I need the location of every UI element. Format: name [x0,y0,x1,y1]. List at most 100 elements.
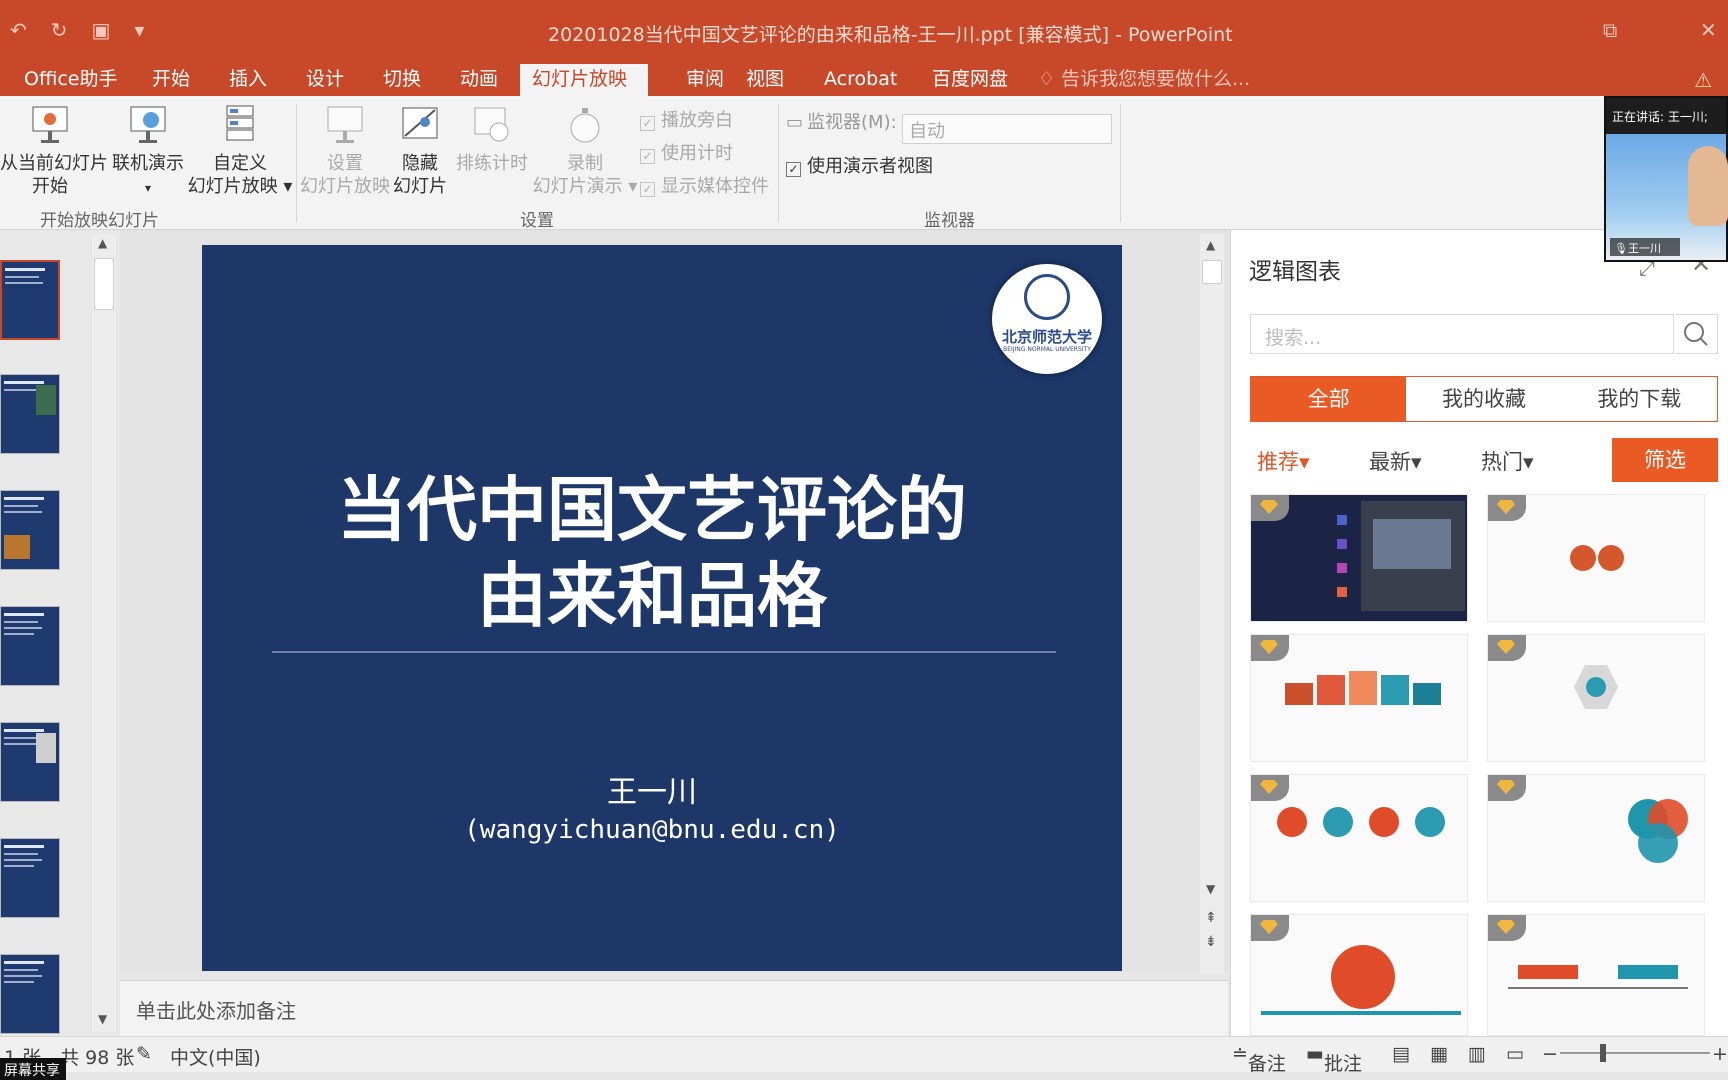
filter-button[interactable]: 筛选 [1612,438,1718,482]
setup-slideshow-icon [327,106,363,143]
online-label: 联机演示 [112,153,184,174]
pane-search-input[interactable]: 搜索... [1250,314,1674,354]
tab-my-favorites[interactable]: 我的收藏 [1406,377,1561,421]
start-slideshow-icon[interactable]: ▣ [92,18,111,42]
custom-slideshow-button[interactable]: 自定义 幻灯片放映 ▾ [185,104,295,198]
current-slide[interactable]: 北京师范大学 BEIJING NORMAL UNIVERSITY 当代中国文艺评… [202,245,1122,971]
tab-acrobat[interactable]: Acrobat [812,64,909,96]
undo-icon[interactable]: ↶ [10,18,27,42]
scrollbar-thumb[interactable] [94,258,114,310]
presenter-view-checkbox[interactable]: ✓ 使用演示者视图 [786,152,933,178]
slide-author[interactable]: 王一川 [202,767,1102,811]
warning-icon[interactable]: ⚠ [1694,68,1712,92]
zoom-in-icon[interactable]: + [1712,1043,1728,1065]
group-label-setup: 设置 [520,211,554,231]
checkbox-box: ✓ [640,182,655,197]
template-card[interactable] [1487,774,1705,902]
online-present-button[interactable]: 联机演示 ▾ [108,104,188,200]
slide-thumbnail[interactable] [0,490,60,570]
search-button[interactable] [1676,314,1718,354]
record-label-2: 幻灯片演示 ▾ [532,176,638,197]
comments-toggle[interactable]: ▬ 批注 [1306,1043,1362,1075]
tab-my-downloads[interactable]: 我的下载 [1562,377,1717,421]
language-indicator[interactable]: 中文(中国) [170,1043,261,1070]
notes-toggle[interactable]: ≐ 备注 [1232,1043,1286,1075]
from-current-label-2: 开始 [32,176,68,197]
template-card[interactable] [1250,914,1468,1036]
tab-transitions[interactable]: 切换 [371,64,433,96]
slide-thumbnail[interactable] [0,260,60,340]
notes-pane[interactable]: 单击此处添加备注 [120,980,1228,1036]
monitor-select[interactable]: 自动 [902,114,1112,144]
monitor-icon: ▭ [786,112,804,133]
tab-office-assistant[interactable]: Office助手 [12,64,129,96]
slide-title[interactable]: 当代中国文艺评论的 由来和品格 [202,467,1102,639]
template-card[interactable] [1250,774,1468,902]
tab-all[interactable]: 全部 [1251,377,1407,421]
filter-recommended[interactable]: 推荐▾ [1257,446,1310,476]
globe-screen-icon [130,106,166,143]
slide-thumbnail[interactable] [0,374,60,454]
scroll-up-arrow-icon[interactable]: ▲ [1206,238,1215,252]
slide-thumbnail[interactable] [0,722,60,802]
slide-thumbnail-pane: ▲ ▼ [0,230,120,1036]
use-timings-checkbox[interactable]: ✓ 使用计时 [640,139,733,165]
slide-sorter-icon[interactable]: ▦ [1430,1043,1448,1065]
tab-insert[interactable]: 插入 [217,64,279,96]
zoom-out-icon[interactable]: − [1542,1043,1558,1065]
video-call-overlay[interactable]: 正在讲话: 王一川; 🎙王一川 [1604,96,1728,262]
spellcheck-icon[interactable]: ✎ [136,1043,152,1065]
customize-qat-icon[interactable]: ▾ [134,18,144,42]
slide-thumbnail[interactable] [0,954,60,1034]
zoom-slider-thumb[interactable] [1600,1044,1606,1062]
play-narration-checkbox[interactable]: ✓ 播放旁白 [640,106,733,132]
scrollbar-thumb[interactable] [1202,260,1222,284]
close-window-button[interactable]: ✕ [1700,18,1717,42]
show-media-controls-checkbox[interactable]: ✓ 显示媒体控件 [640,172,769,198]
slide-email[interactable]: (wangyichuan@bnu.edu.cn) [202,815,1102,845]
logo-subtext: BEIJING NORMAL UNIVERSITY [1003,346,1091,353]
hide-slide-button[interactable]: 隐藏 幻灯片 [390,104,450,198]
projector-screen-icon [32,106,68,143]
online-dropdown-arrow: ▾ [144,181,152,195]
slide-thumbnail[interactable] [0,838,60,918]
reading-view-icon[interactable]: ▥ [1468,1043,1486,1065]
normal-view-icon[interactable]: ▤ [1392,1043,1410,1065]
previous-slide-icon[interactable]: ⇞ [1205,910,1217,926]
scroll-up-arrow-icon[interactable]: ▲ [98,236,107,250]
search-icon [1684,322,1708,346]
custom-label: 自定义 [213,153,267,174]
scroll-down-arrow-icon[interactable]: ▼ [1206,882,1215,896]
template-card[interactable] [1487,494,1705,622]
tab-view[interactable]: 视图 [734,64,796,96]
slide-title-line-2: 由来和品格 [477,554,827,637]
record-slideshow-button[interactable]: 录制 幻灯片演示 ▾ [530,104,640,198]
redo-icon[interactable]: ↻ [51,18,68,42]
template-card[interactable] [1250,634,1468,762]
tab-design[interactable]: 设计 [294,64,356,96]
filter-newest[interactable]: 最新▾ [1369,446,1422,476]
tab-home[interactable]: 开始 [140,64,202,96]
slide-scrollbar[interactable]: ▲ ▼ ⇞ ⇟ [1200,234,1224,974]
template-card[interactable] [1250,494,1468,622]
tab-animations[interactable]: 动画 [448,64,510,96]
template-card[interactable] [1487,914,1705,1036]
next-slide-icon[interactable]: ⇟ [1205,934,1217,950]
logic-chart-pane: 逻辑图表 ⤢ ✕ 搜索... 全部 我的收藏 我的下载 推荐▾ 最新▾ 热门▾ … [1230,230,1728,1036]
template-card[interactable] [1487,634,1705,762]
zoom-slider[interactable] [1560,1044,1710,1062]
thumbnail-scrollbar[interactable]: ▲ ▼ [92,234,116,1032]
tab-slide-show[interactable]: 幻灯片放映 [520,64,648,96]
restore-button[interactable]: ⧉ [1603,18,1617,42]
setup-slideshow-button[interactable]: 设置 幻灯片放映 [298,104,392,198]
tab-baidu-netdisk[interactable]: 百度网盘 [920,64,1020,96]
tab-review[interactable]: 审阅 [674,64,736,96]
from-current-slide-button[interactable]: 从当前幻灯片 开始 [0,104,108,198]
slide-thumbnail[interactable] [0,606,60,686]
filter-popular[interactable]: 热门▾ [1481,446,1534,476]
slideshow-view-icon[interactable]: ▭ [1506,1043,1524,1065]
tell-me-box[interactable]: ♢ 告诉我您想要做什么... [1026,64,1262,96]
scroll-down-arrow-icon[interactable]: ▼ [98,1012,107,1026]
notes-placeholder: 单击此处添加备注 [136,999,296,1023]
rehearse-timings-button[interactable]: 排练计时 [452,104,532,175]
